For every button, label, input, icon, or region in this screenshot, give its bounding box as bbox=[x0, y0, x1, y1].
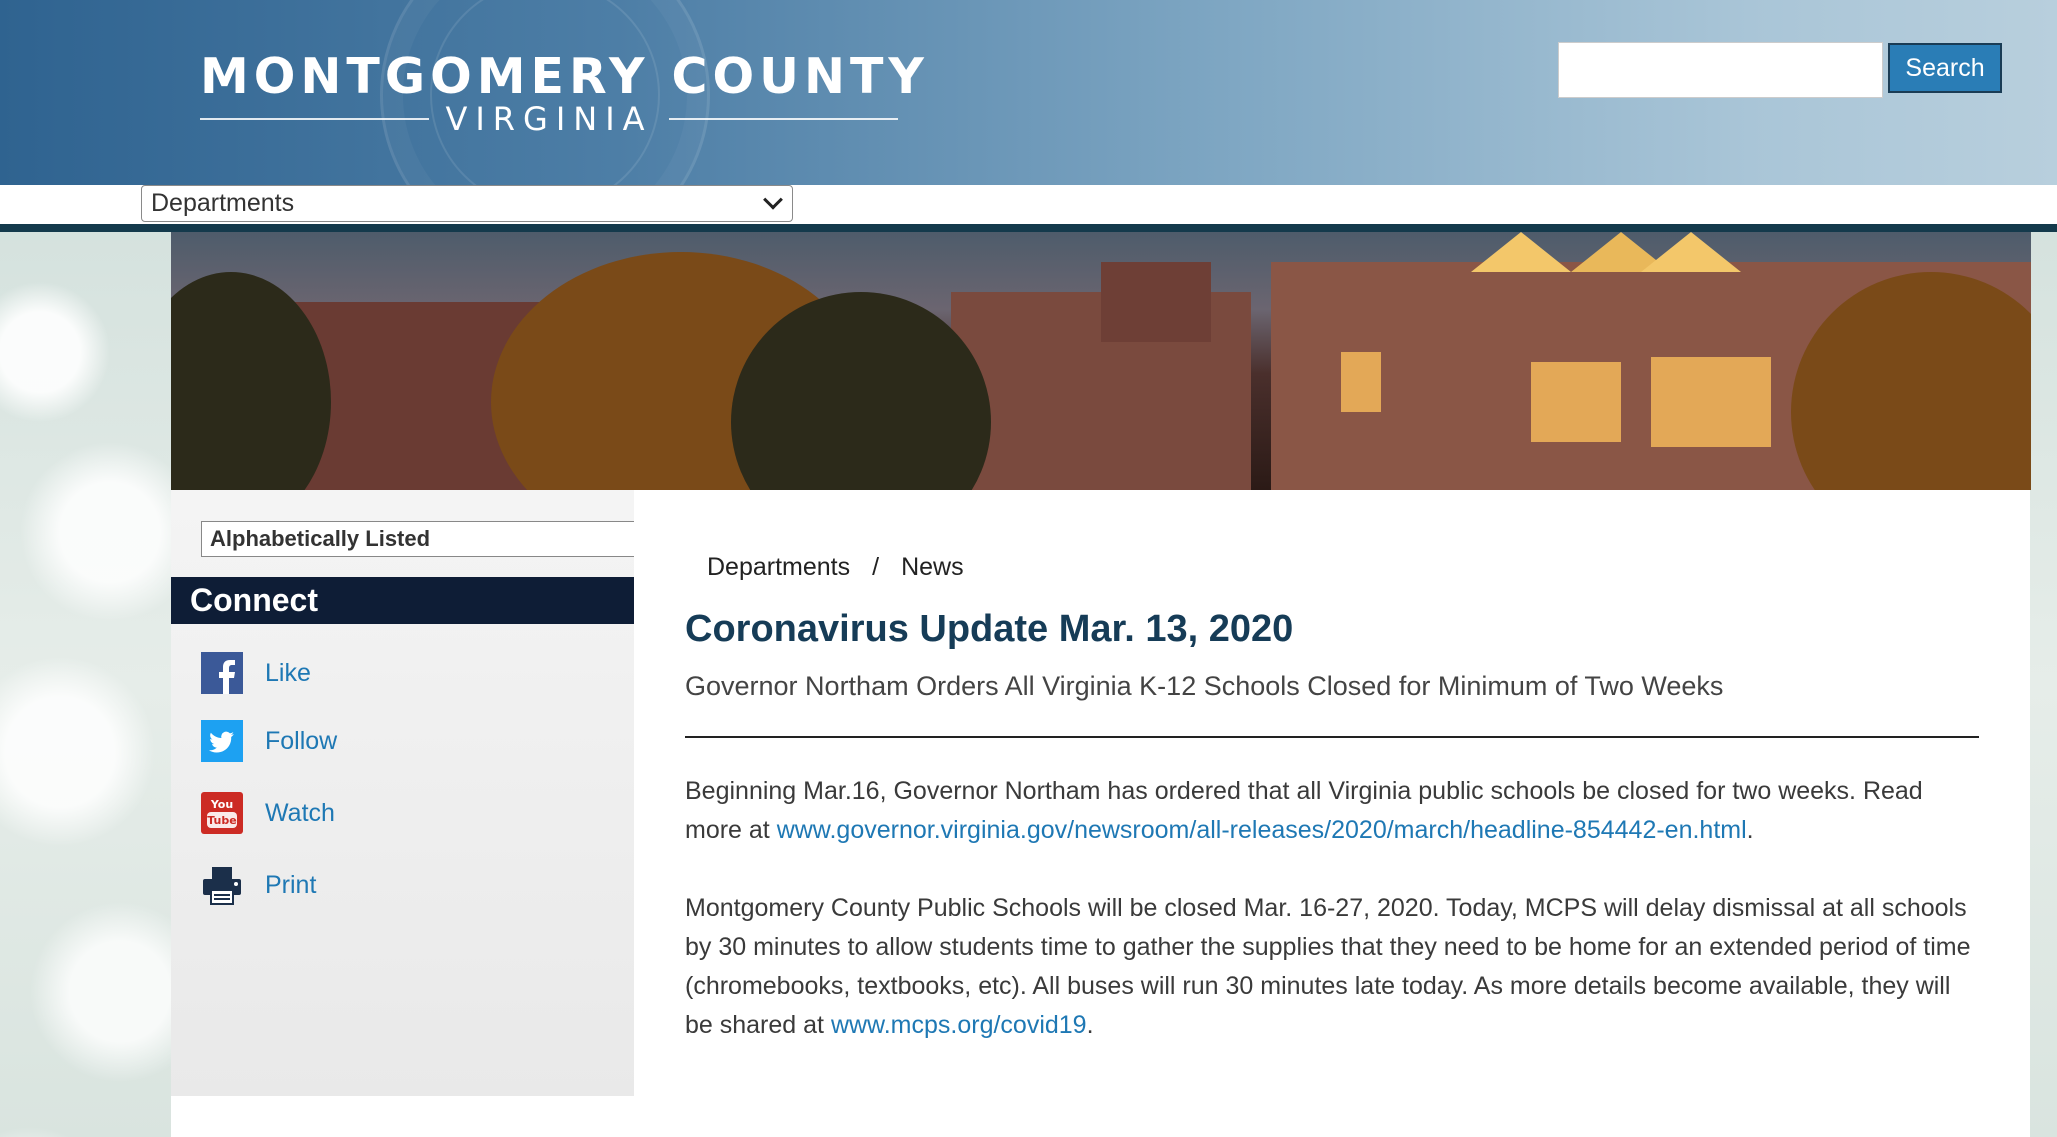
social-watch-link[interactable]: You Tube Watch bbox=[201, 792, 335, 834]
logo-subtitle-text: VIRGINIA bbox=[445, 100, 653, 138]
sidebar-footer bbox=[171, 1096, 634, 1137]
mcps-link[interactable]: www.mcps.org/covid19 bbox=[831, 1011, 1087, 1039]
social-print-link[interactable]: Print bbox=[201, 864, 316, 906]
chevron-down-icon bbox=[763, 189, 783, 210]
breadcrumb-news[interactable]: News bbox=[901, 553, 964, 582]
social-label: Watch bbox=[265, 798, 335, 827]
departments-select-value: Departments bbox=[151, 189, 295, 217]
hero-skylight bbox=[1641, 232, 1741, 272]
search-button[interactable]: Search bbox=[1888, 43, 2002, 93]
departments-bar: Departments bbox=[0, 185, 2057, 225]
main-content: Departments / News Coronavirus Update Ma… bbox=[634, 490, 2030, 1137]
site-header: MONTGOMERY COUNTY VIRGINIA Search bbox=[0, 0, 2057, 185]
title-divider bbox=[685, 736, 1979, 738]
article-paragraph: Montgomery County Public Schools will be… bbox=[685, 889, 1985, 1045]
social-follow-link[interactable]: Follow bbox=[201, 720, 337, 762]
site-logo-title[interactable]: MONTGOMERY COUNTY bbox=[200, 48, 929, 105]
header-divider bbox=[0, 224, 2057, 232]
governor-link[interactable]: www.governor.virginia.gov/newsroom/all-r… bbox=[777, 816, 1747, 844]
hero-building bbox=[1101, 262, 1211, 342]
breadcrumb-separator: / bbox=[872, 553, 880, 581]
search-input[interactable] bbox=[1558, 42, 1883, 98]
hero-window bbox=[1531, 362, 1621, 442]
hero-skylight bbox=[1471, 232, 1571, 272]
logo-rule-right bbox=[668, 118, 898, 120]
sidebar: Alphabetically Listed Connect Like Follo… bbox=[171, 490, 641, 1096]
social-label: Like bbox=[265, 658, 311, 687]
logo-rule-left bbox=[200, 118, 430, 120]
departments-select[interactable]: Departments bbox=[141, 185, 793, 222]
social-label: Follow bbox=[265, 726, 338, 755]
facebook-icon bbox=[201, 652, 243, 694]
hero-image bbox=[171, 232, 2031, 490]
connect-heading: Connect bbox=[171, 577, 634, 624]
twitter-icon bbox=[201, 720, 243, 762]
printer-icon bbox=[201, 864, 243, 906]
hero-window bbox=[1651, 357, 1771, 447]
site-logo-subtitle: VIRGINIA bbox=[200, 100, 898, 138]
paragraph-end: . bbox=[1086, 1011, 1094, 1039]
svg-text:Tube: Tube bbox=[207, 814, 236, 827]
article-paragraph: Beginning Mar.16, Governor Northam has o… bbox=[685, 772, 1985, 850]
hero-window bbox=[1341, 352, 1381, 412]
breadcrumb-departments[interactable]: Departments bbox=[707, 553, 850, 582]
paragraph-end: . bbox=[1746, 816, 1754, 844]
social-like-link[interactable]: Like bbox=[201, 652, 311, 694]
alphabetical-select[interactable]: Alphabetically Listed bbox=[201, 521, 641, 557]
social-label: Print bbox=[265, 870, 317, 899]
page-title: Coronavirus Update Mar. 13, 2020 bbox=[685, 608, 1294, 650]
youtube-icon: You Tube bbox=[201, 792, 243, 834]
breadcrumb: Departments / News bbox=[707, 553, 964, 582]
page-subtitle: Governor Northam Orders All Virginia K-1… bbox=[685, 671, 1724, 701]
svg-text:You: You bbox=[210, 798, 233, 811]
